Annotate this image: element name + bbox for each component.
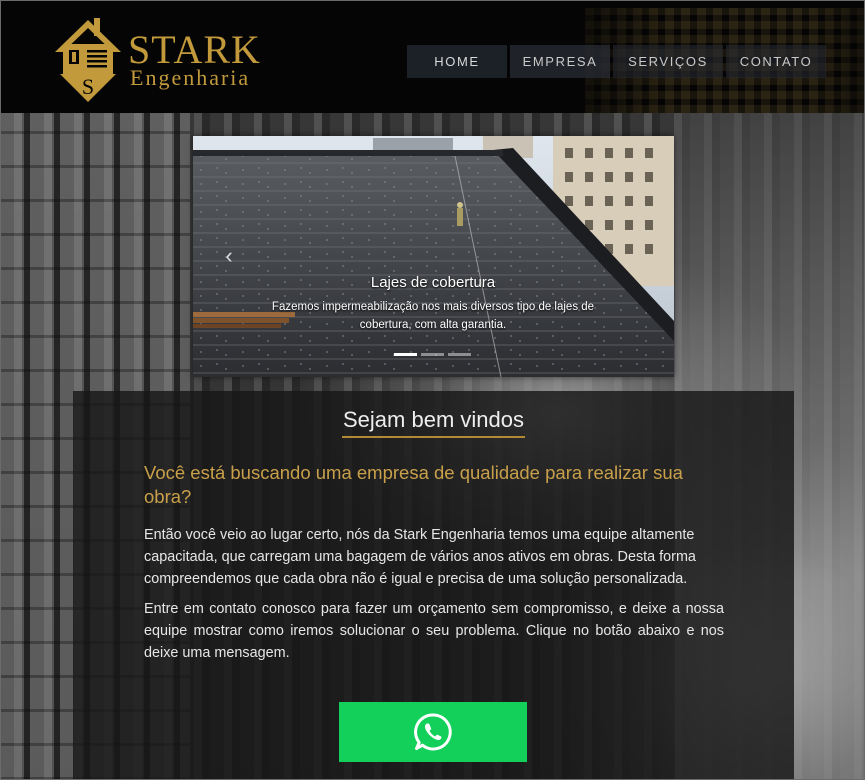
carousel-indicator-1[interactable]	[394, 353, 417, 356]
whatsapp-icon	[414, 713, 452, 751]
slide-image-roof	[193, 136, 674, 377]
brand-subtitle: Engenharia	[130, 65, 251, 90]
main-nav: HOME EMPRESA SERVIÇOS CONTATO	[407, 45, 829, 78]
welcome-question: Você está buscando uma empresa de qualid…	[144, 462, 683, 507]
site-header: S STARK Engenharia HOME EMPRESA SERVIÇOS…	[0, 0, 865, 113]
welcome-paragraph-1: Então você veio ao lugar certo, nós da S…	[144, 527, 696, 587]
brand-name: STARK	[128, 27, 261, 72]
welcome-heading-wrap: Sejam bem vindos	[73, 407, 794, 438]
logo-house-icon: S	[55, 18, 121, 102]
nav-empresa[interactable]: EMPRESA	[510, 45, 610, 78]
nav-servicos[interactable]: SERVIÇOS	[613, 45, 723, 78]
nav-home[interactable]: HOME	[407, 45, 507, 78]
nav-contato[interactable]: CONTATO	[726, 45, 826, 78]
carousel[interactable]: ‹ Lajes de cobertura Fazemos impermeabil…	[193, 136, 674, 377]
welcome-panel: Sejam bem vindos Você está buscando uma …	[73, 391, 794, 780]
whatsapp-button[interactable]	[339, 702, 527, 762]
slide-text: Fazemos impermeabilização nos mais diver…	[271, 301, 595, 331]
carousel-indicators	[394, 353, 475, 356]
logo-letter: S	[82, 74, 94, 99]
welcome-heading: Sejam bem vindos	[342, 407, 525, 438]
carousel-indicator-2[interactable]	[421, 353, 444, 356]
slide-title: Lajes de cobertura	[370, 274, 496, 291]
carousel-indicator-3[interactable]	[448, 353, 471, 356]
carousel-prev-chevron-left-icon[interactable]: ‹	[219, 243, 239, 269]
logo[interactable]: S STARK Engenharia	[52, 14, 272, 102]
welcome-paragraph-2: Entre em contato conosco para fazer um o…	[144, 601, 724, 661]
